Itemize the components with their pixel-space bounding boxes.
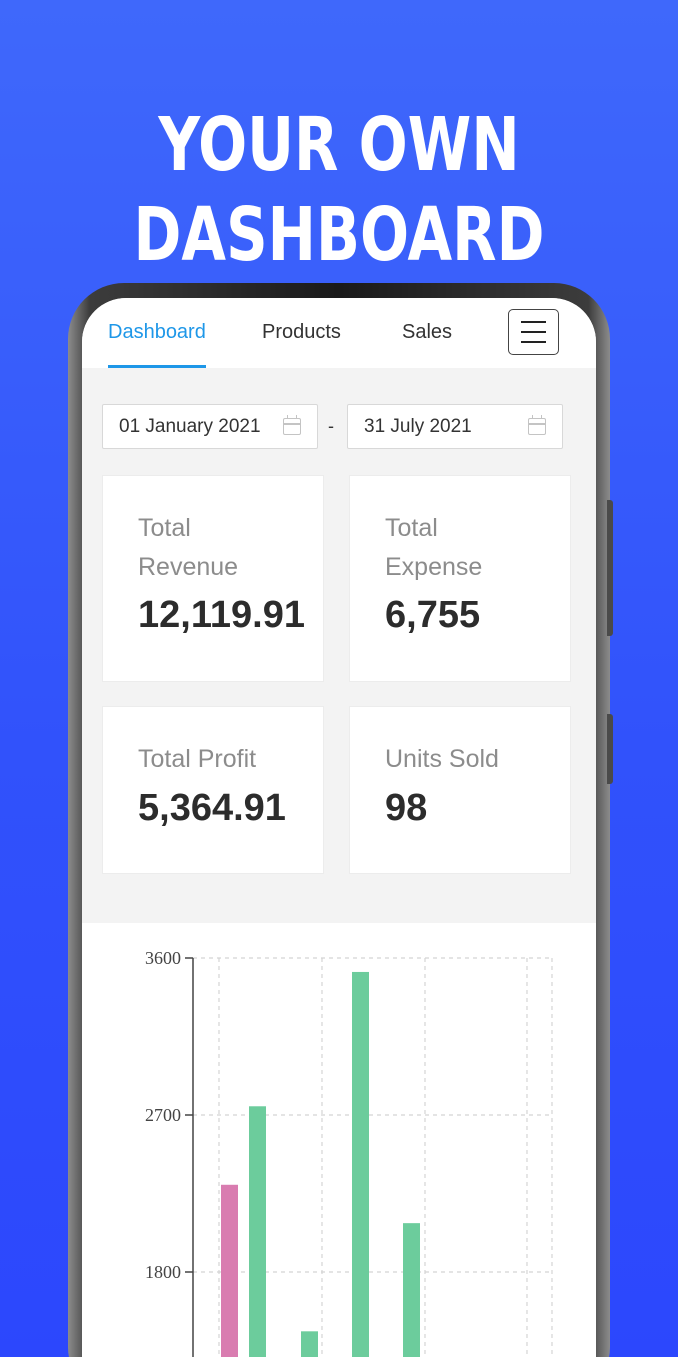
bar: [301, 1331, 318, 1357]
stat-value: 5,364.91: [138, 787, 286, 829]
stat-card-total-revenue: Total Revenue 12,119.91: [102, 475, 324, 682]
bar: [249, 1106, 266, 1357]
calendar-icon: [528, 415, 546, 435]
stat-label: Units Sold: [385, 745, 499, 773]
stat-card-total-expense: Total Expense 6,755: [349, 475, 571, 682]
start-date-field[interactable]: 01 January 2021: [102, 404, 318, 449]
end-date-value: 31 July 2021: [364, 416, 472, 437]
end-date-field[interactable]: 31 July 2021: [347, 404, 563, 449]
date-separator: -: [328, 416, 334, 436]
tab-dashboard[interactable]: Dashboard: [108, 318, 206, 346]
stat-card-total-profit: Total Profit 5,364.91: [102, 706, 324, 874]
stat-value: 98: [385, 787, 428, 829]
tab-products[interactable]: Products: [262, 318, 341, 346]
y-tick-label: 3600: [145, 948, 181, 968]
stat-label: Total Expense: [385, 514, 483, 581]
stat-label: Total Profit: [138, 745, 257, 773]
stat-value: 6,755: [385, 594, 481, 636]
stat-value: 12,119.91: [138, 594, 305, 636]
tab-sales[interactable]: Sales: [402, 318, 452, 346]
phone-side-button: [607, 500, 613, 636]
stat-card-units-sold: Units Sold 98: [349, 706, 571, 874]
bar: [352, 971, 369, 1357]
bar: [221, 1184, 238, 1357]
bar-chart: 3600 2700 1800: [145, 948, 553, 1357]
phone-side-button: [607, 714, 613, 784]
top-nav: Dashboard Products Sales: [82, 298, 596, 368]
headline: YOUR OWN DASHBOARD: [133, 102, 545, 278]
menu-icon-line: [521, 331, 546, 333]
stat-label: Total Revenue: [138, 514, 239, 581]
active-tab-indicator: [108, 365, 206, 368]
phone-screen: Dashboard Products Sales 01 January 2021…: [82, 298, 596, 1357]
y-tick-label: 1800: [145, 1262, 181, 1282]
calendar-icon: [283, 415, 301, 435]
menu-icon-line: [521, 341, 546, 343]
start-date-value: 01 January 2021: [119, 416, 261, 437]
chart-panel: 3600 2700 1800: [82, 923, 596, 1357]
bar: [403, 1223, 420, 1357]
y-tick-label: 2700: [145, 1105, 181, 1125]
hamburger-menu-button[interactable]: [508, 309, 559, 355]
menu-icon-line: [521, 321, 546, 323]
